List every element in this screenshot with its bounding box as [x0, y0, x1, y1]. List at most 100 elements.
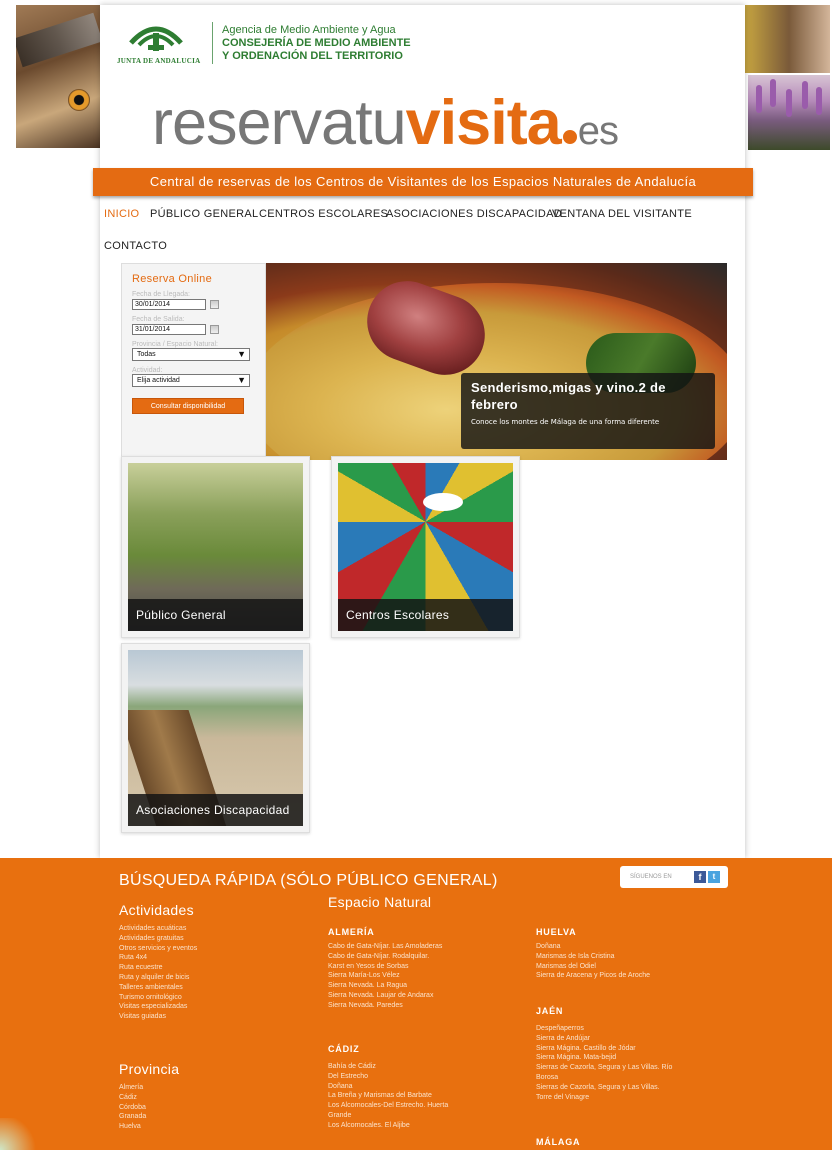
espacio-link[interactable]: Karst en Yesos de Sorbas: [328, 962, 442, 972]
brand-logo[interactable]: reservatuvisita es: [152, 88, 619, 166]
calendar-icon[interactable]: [210, 300, 219, 309]
espacio-natural-heading: Espacio Natural: [328, 894, 432, 910]
activity-link[interactable]: Visitas guiadas: [119, 1012, 197, 1022]
slider-title: Senderismo,migas y vino.2 de febrero: [471, 380, 666, 412]
facebook-icon[interactable]: f: [694, 871, 706, 883]
agency-block: Agencia de Medio Ambiente y Agua CONSEJE…: [222, 24, 411, 63]
province-link[interactable]: Huelva: [119, 1122, 146, 1132]
logo-divider: [212, 22, 213, 64]
province-link[interactable]: Granada: [119, 1112, 146, 1122]
header-photo-lavender: [748, 75, 830, 150]
nav-item-centros-escolares[interactable]: CENTROS ESCOLARES: [259, 208, 388, 220]
espacio-link[interactable]: Despeñaperros: [536, 1024, 672, 1034]
espacio-link[interactable]: Los Alcornocales-Del Estrecho. Huerta: [328, 1101, 448, 1111]
activity-link[interactable]: Talleres ambientales: [119, 983, 197, 993]
junta-logo-icon: [129, 26, 183, 51]
espacio-link[interactable]: Sierra de Andújar: [536, 1034, 672, 1044]
junta-logo-text: JUNTA DE ANDALUCIA: [117, 57, 201, 65]
social-follow-box: SÍGUENOS EN f t: [620, 866, 728, 888]
card-label: Público General: [128, 599, 303, 631]
card-asociaciones-discapacidad[interactable]: Asociaciones Discapacidad: [121, 643, 310, 833]
nav-item-contacto[interactable]: CONTACTO: [104, 240, 167, 252]
featured-slider[interactable]: Senderismo,migas y vino.2 de febrero Con…: [266, 263, 727, 460]
espacio-link[interactable]: Sierra Mágina. Castillo de Jódar: [536, 1044, 672, 1054]
espacio-link[interactable]: Doñana: [536, 942, 650, 952]
espacio-link[interactable]: Sierra Nevada. Laujar de Andarax: [328, 991, 442, 1001]
brand-part-3: es: [577, 109, 619, 153]
almeria-heading: ALMERÍA: [328, 927, 375, 937]
province-link[interactable]: Córdoba: [119, 1103, 146, 1113]
arrival-date-input[interactable]: 30/01/2014: [132, 299, 206, 310]
activity-link[interactable]: Visitas especializadas: [119, 1002, 197, 1012]
nav-item-ventana-visitante[interactable]: VENTANA DEL VISITANTE: [552, 208, 692, 220]
dropdown-arrow-icon: ▼: [237, 375, 246, 385]
activity-link[interactable]: Otros servicios y eventos: [119, 944, 197, 954]
jaen-heading: JAÉN: [536, 1006, 564, 1016]
espacio-link[interactable]: Grande: [328, 1111, 448, 1121]
check-availability-button[interactable]: Consultar disponibilidad: [132, 398, 244, 414]
twitter-icon[interactable]: t: [708, 871, 720, 883]
province-link[interactable]: Cádiz: [119, 1093, 146, 1103]
departure-date-input[interactable]: 31/01/2014: [132, 324, 206, 335]
activity-select-value: Elija actividad: [137, 377, 180, 384]
province-select[interactable]: Todas ▼: [132, 348, 250, 361]
province-select-value: Todas: [137, 351, 156, 358]
owl-eye: [68, 89, 90, 111]
footer-quick-search: BÚSQUEDA RÁPIDA (SÓLO PÚBLICO GENERAL) S…: [0, 858, 832, 1150]
activity-label: Actividad:: [132, 367, 163, 374]
activity-link[interactable]: Turismo ornitológico: [119, 993, 197, 1003]
jaen-list: Despeñaperros Sierra de Andújar Sierra M…: [536, 1024, 672, 1102]
tagline-ribbon: Central de reservas de los Centros de Vi…: [93, 168, 753, 196]
espacio-link[interactable]: Sierra Mágina. Mata-bejid: [536, 1053, 672, 1063]
espacio-link[interactable]: Borosa: [536, 1073, 672, 1083]
activity-link[interactable]: Ruta 4x4: [119, 953, 197, 963]
espacio-link[interactable]: Sierra de Aracena y Picos de Aroche: [536, 971, 650, 981]
espacio-link[interactable]: Doñana: [328, 1082, 448, 1092]
espacio-link[interactable]: Sierra María-Los Vélez: [328, 971, 442, 981]
malaga-heading: MÁLAGA: [536, 1137, 581, 1147]
espacio-link[interactable]: Sierra Nevada. Paredes: [328, 1001, 442, 1011]
huelva-list: Doñana Marismas de Isla Cristina Marisma…: [536, 942, 650, 981]
calendar-icon[interactable]: [210, 325, 219, 334]
espacio-link[interactable]: Sierras de Cazorla, Segura y Las Villas.: [536, 1083, 672, 1093]
espacio-link[interactable]: Marismas del Odiel: [536, 962, 650, 972]
nav-item-asociaciones[interactable]: ASOCIACIONES DISCAPACIDAD: [386, 208, 562, 220]
corner-watermark: [0, 1118, 40, 1150]
espacio-link[interactable]: Los Alcornocales. El Aljibe: [328, 1121, 448, 1131]
cadiz-list: Bahía de Cádiz Del Estrecho Doñana La Br…: [328, 1062, 448, 1131]
nav-item-inicio[interactable]: INICIO: [104, 208, 139, 220]
province-link[interactable]: Almería: [119, 1083, 146, 1093]
espacio-link[interactable]: Del Estrecho: [328, 1072, 448, 1082]
activity-link[interactable]: Actividades acuáticas: [119, 924, 197, 934]
header-photo-owl: [16, 5, 100, 148]
reserva-title: Reserva Online: [132, 273, 213, 285]
brand-dot: [562, 130, 577, 144]
espacio-link[interactable]: Cabo de Gata-Níjar. Rodalquilar.: [328, 952, 442, 962]
activity-link[interactable]: Ruta y alquiler de bicis: [119, 973, 197, 983]
almeria-list: Cabo de Gata-Níjar. Las Amoladeras Cabo …: [328, 942, 442, 1011]
card-label: Centros Escolares: [338, 599, 513, 631]
espacio-link[interactable]: Bahía de Cádiz: [328, 1062, 448, 1072]
espacio-link[interactable]: La Breña y Marismas del Barbate: [328, 1091, 448, 1101]
card-label: Asociaciones Discapacidad: [128, 794, 303, 826]
activity-link[interactable]: Ruta ecuestre: [119, 963, 197, 973]
agency-line-3: Y ORDENACIÓN DEL TERRITORIO: [222, 50, 403, 62]
espacio-link[interactable]: Torre del Vinagre: [536, 1093, 672, 1103]
card-publico-general[interactable]: Público General: [121, 456, 310, 638]
reserva-online-box: Reserva Online Fecha de Llegada: 30/01/2…: [121, 263, 266, 460]
province-list: Almería Cádiz Córdoba Granada Huelva: [119, 1083, 146, 1132]
espacio-link[interactable]: Marismas de Isla Cristina: [536, 952, 650, 962]
activity-link[interactable]: Actividades gratuitas: [119, 934, 197, 944]
espacio-link[interactable]: Sierras de Cazorla, Segura y Las Villas.…: [536, 1063, 672, 1073]
agency-line-1: Agencia de Medio Ambiente y Agua: [222, 24, 396, 36]
nav-item-publico-general[interactable]: PÚBLICO GENERAL: [150, 208, 258, 220]
espacio-link[interactable]: Sierra Nevada. La Ragua: [328, 981, 442, 991]
slider-caption[interactable]: Senderismo,migas y vino.2 de febrero Con…: [461, 373, 715, 449]
province-label: Provincia / Espacio Natural:: [132, 341, 218, 348]
huelva-heading: HUELVA: [536, 927, 577, 937]
brand-part-1: reservatu: [152, 88, 407, 158]
espacio-link[interactable]: Cabo de Gata-Níjar. Las Amoladeras: [328, 942, 442, 952]
card-centros-escolares[interactable]: Centros Escolares: [331, 456, 520, 638]
agency-line-2: CONSEJERÍA DE MEDIO AMBIENTE: [222, 37, 411, 49]
activity-select[interactable]: Elija actividad ▼: [132, 374, 250, 387]
